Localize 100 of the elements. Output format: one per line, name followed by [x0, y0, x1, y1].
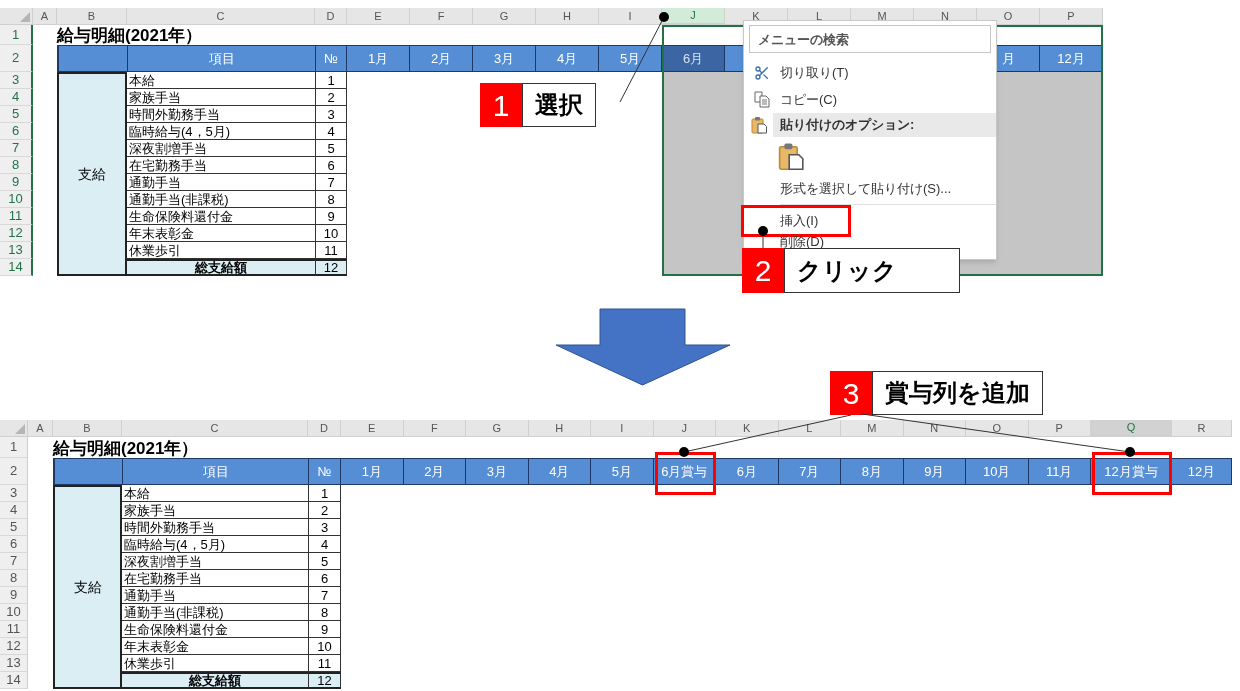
table-cell: 時間外勤務手当 — [127, 106, 315, 123]
column-header[interactable]: H — [528, 420, 591, 437]
column-header[interactable]: M — [841, 420, 904, 437]
table-header-cell — [57, 45, 127, 72]
month-header-cell: 4月 — [528, 458, 591, 485]
column-header[interactable]: Q — [1091, 420, 1172, 437]
group-cell: 支給 — [53, 485, 122, 689]
group-cell: 支給 — [57, 72, 127, 276]
row-header[interactable]: 6 — [0, 123, 33, 140]
row-header[interactable]: 2 — [0, 458, 28, 485]
row-header[interactable]: 3 — [0, 485, 28, 502]
table-cell: 12 — [308, 672, 341, 689]
column-header[interactable]: F — [403, 420, 466, 437]
cut-icon — [754, 64, 770, 81]
column-header[interactable]: G — [466, 420, 529, 437]
column-header[interactable]: E — [341, 420, 404, 437]
paste-button[interactable] — [778, 141, 804, 171]
menu-item[interactable]: 挿入(I) — [744, 207, 996, 234]
column-header[interactable]: I — [599, 8, 662, 25]
row-header[interactable]: 1 — [0, 437, 28, 458]
month-header-cell: 7月 — [778, 458, 841, 485]
column-header[interactable]: B — [53, 420, 122, 437]
column-header[interactable]: O — [966, 420, 1029, 437]
row-header[interactable]: 14 — [0, 259, 33, 276]
table-cell: 本給 — [122, 485, 308, 502]
row-header[interactable]: 13 — [0, 242, 33, 259]
row-header[interactable]: 14 — [0, 672, 28, 689]
menu-item[interactable]: 削除(D) — [744, 234, 996, 249]
row-header[interactable]: 5 — [0, 106, 33, 123]
column-header[interactable]: D — [308, 420, 341, 437]
step-number: 2 — [742, 248, 784, 293]
column-header[interactable]: C — [122, 420, 308, 437]
menu-search-field[interactable]: メニューの検索 — [749, 25, 991, 53]
row-header[interactable]: 8 — [0, 157, 33, 174]
column-header[interactable]: J — [653, 420, 716, 437]
row-header[interactable]: 7 — [0, 140, 33, 157]
table-header-cell — [53, 458, 122, 485]
callout-label: 選択 — [522, 83, 596, 127]
month-header-cell: 3月 — [466, 458, 529, 485]
column-header[interactable]: R — [1172, 420, 1232, 437]
column-header[interactable]: J — [662, 8, 725, 25]
table-cell: 9 — [315, 208, 347, 225]
row-header[interactable]: 8 — [0, 570, 28, 587]
row-header[interactable]: 9 — [0, 587, 28, 604]
column-header[interactable]: E — [347, 8, 410, 25]
menu-item[interactable]: 形式を選択して貼り付け(S)... — [744, 175, 996, 202]
column-header[interactable]: H — [536, 8, 599, 25]
column-header[interactable]: C — [127, 8, 315, 25]
clipboard-icon — [778, 141, 804, 171]
row-header[interactable]: 9 — [0, 174, 33, 191]
row-header[interactable]: 11 — [0, 208, 33, 225]
table-cell: 深夜割増手当 — [122, 553, 308, 570]
row-header[interactable]: 4 — [0, 89, 33, 106]
row-header[interactable]: 3 — [0, 72, 33, 89]
column-header[interactable]: B — [57, 8, 127, 25]
column-header[interactable]: I — [591, 420, 654, 437]
row-header[interactable]: 1 — [0, 25, 33, 45]
table-cell: 7 — [308, 587, 341, 604]
row-header[interactable]: 2 — [0, 45, 33, 72]
menu-section-heading: 貼り付けのオプション: — [773, 113, 996, 137]
menu-item[interactable]: コピー(C) — [744, 86, 996, 113]
table-header-cell: № — [315, 45, 347, 72]
row-header[interactable]: 7 — [0, 553, 28, 570]
month-header-cell: 11月 — [1028, 458, 1091, 485]
column-header[interactable]: F — [410, 8, 473, 25]
row-header[interactable]: 10 — [0, 604, 28, 621]
table-cell: 在宅勤務手当 — [127, 157, 315, 174]
row-header[interactable]: 4 — [0, 502, 28, 519]
table-cell: 3 — [308, 519, 341, 536]
table-cell: 6 — [308, 570, 341, 587]
table-cell: 2 — [308, 502, 341, 519]
table-cell: 1 — [315, 72, 347, 89]
column-header[interactable]: K — [716, 420, 779, 437]
column-header[interactable]: A — [28, 420, 53, 437]
table-cell: 10 — [308, 638, 341, 655]
row-header[interactable]: 5 — [0, 519, 28, 536]
row-header[interactable]: 6 — [0, 536, 28, 553]
column-header[interactable]: G — [473, 8, 536, 25]
row-header[interactable]: 11 — [0, 621, 28, 638]
table-header-cell: № — [308, 458, 341, 485]
column-header[interactable]: A — [33, 8, 57, 25]
column-header[interactable]: D — [315, 8, 347, 25]
column-header[interactable]: L — [778, 420, 841, 437]
row-header[interactable]: 12 — [0, 225, 33, 242]
table-cell: 生命保険料還付金 — [127, 208, 315, 225]
month-header-cell: 6月 — [662, 45, 725, 72]
select-all-icon[interactable] — [20, 12, 30, 22]
table-cell: 臨時給与(4，5月) — [127, 123, 315, 140]
row-header[interactable]: 12 — [0, 638, 28, 655]
column-header[interactable]: P — [1028, 420, 1091, 437]
table-cell: 7 — [315, 174, 347, 191]
select-all-icon[interactable] — [15, 424, 25, 434]
table-cell: 臨時給与(4，5月) — [122, 536, 308, 553]
table-cell: 12 — [315, 259, 347, 276]
table-cell: 年末表彰金 — [122, 638, 308, 655]
column-header[interactable]: P — [1040, 8, 1103, 25]
month-header-cell: 1月 — [341, 458, 404, 485]
row-header[interactable]: 13 — [0, 655, 28, 672]
table-cell: 在宅勤務手当 — [122, 570, 308, 587]
row-header[interactable]: 10 — [0, 191, 33, 208]
